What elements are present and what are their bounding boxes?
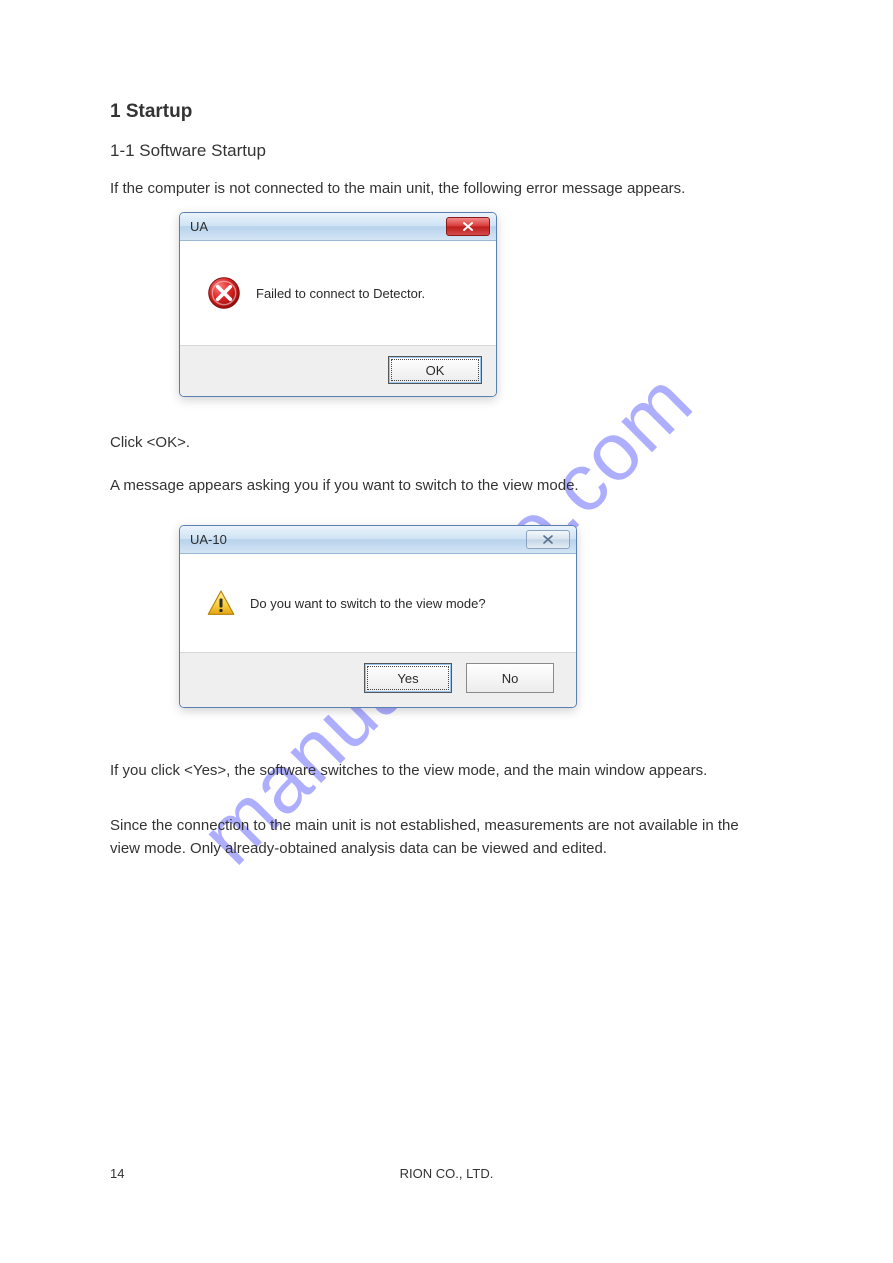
close-button[interactable] xyxy=(526,530,570,549)
yes-button[interactable]: Yes xyxy=(364,663,452,693)
titlebar[interactable]: UA xyxy=(180,213,496,241)
titlebar[interactable]: UA-10 xyxy=(180,526,576,554)
no-button-label: No xyxy=(502,671,519,686)
yes-button-label: Yes xyxy=(397,671,418,686)
close-icon xyxy=(461,221,475,232)
button-row: OK xyxy=(180,345,496,396)
button-row: Yes No xyxy=(180,652,576,707)
doc-heading-2: 1-1 Software Startup xyxy=(110,138,266,164)
confirm-dialog: UA-10 D xyxy=(179,525,577,708)
footer-company: RION CO., LTD. xyxy=(400,1164,494,1184)
doc-paragraph-4: If you click <Yes>, the software switche… xyxy=(110,760,770,783)
doc-heading-1: 1 Startup xyxy=(110,98,192,127)
error-dialog: UA Fail xyxy=(179,212,497,397)
dialog-message: Do you want to switch to the view mode? xyxy=(250,596,486,611)
close-icon xyxy=(540,534,556,545)
ok-button-label: OK xyxy=(426,363,445,378)
close-button[interactable] xyxy=(446,217,490,236)
error-icon xyxy=(206,275,242,311)
doc-paragraph-3: A message appears asking you if you want… xyxy=(110,475,770,498)
dialog-content: Failed to connect to Detector. xyxy=(180,241,496,345)
window-title: UA-10 xyxy=(190,532,227,547)
doc-paragraph-5: Since the connection to the main unit is… xyxy=(110,815,770,860)
dialog-message: Failed to connect to Detector. xyxy=(256,286,425,301)
no-button[interactable]: No xyxy=(466,663,554,693)
doc-paragraph-1: If the computer is not connected to the … xyxy=(110,178,770,201)
warning-icon xyxy=(206,588,236,618)
window-title: UA xyxy=(190,219,208,234)
doc-paragraph-2: Click <OK>. xyxy=(110,432,770,455)
dialog-content: Do you want to switch to the view mode? xyxy=(180,554,576,652)
ok-button[interactable]: OK xyxy=(388,356,482,384)
page-number: 14 xyxy=(110,1164,124,1184)
